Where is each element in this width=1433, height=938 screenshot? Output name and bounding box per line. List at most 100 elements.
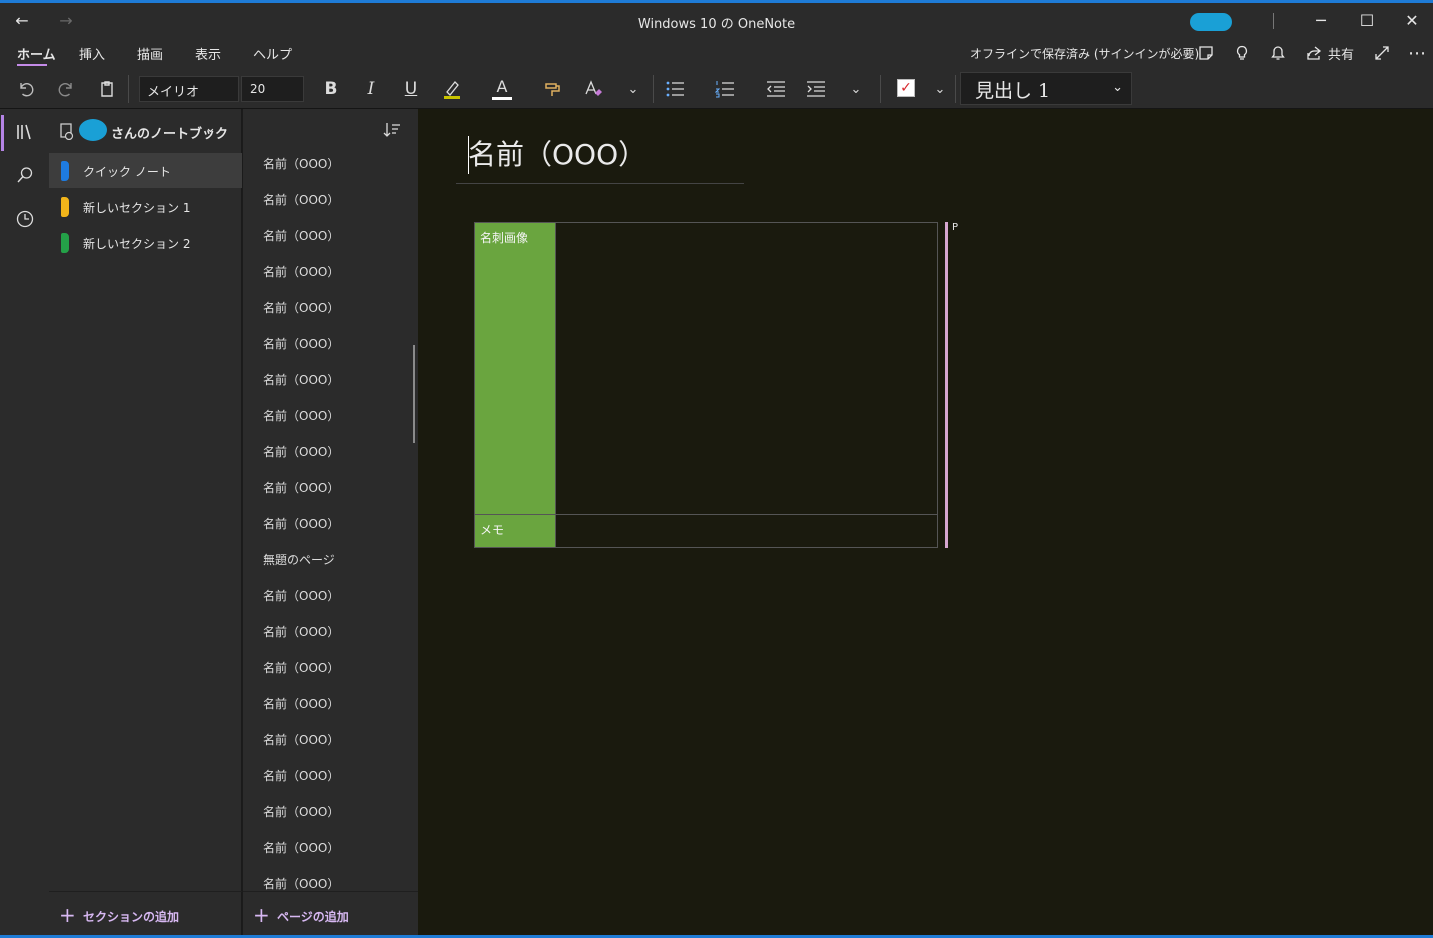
more-options-icon[interactable]: ⋯ xyxy=(1406,42,1428,64)
decrease-indent-icon[interactable] xyxy=(763,76,789,102)
font-name-field[interactable]: メイリオ xyxy=(139,76,239,102)
paragraph-style-dropdown[interactable]: 見出し 1 ⌄ xyxy=(960,72,1132,105)
close-button[interactable]: ✕ xyxy=(1390,3,1433,37)
page-label: 名前（OOO） xyxy=(263,877,340,891)
paragraph-style-value: 見出し 1 xyxy=(975,80,1051,102)
section-label: 新しいセクション 1 xyxy=(83,201,191,215)
font-color-button[interactable]: A xyxy=(489,76,515,102)
fullscreen-icon[interactable] xyxy=(1371,42,1393,64)
list-item[interactable]: 名前（OOO） xyxy=(243,801,413,837)
memo-value-cell[interactable] xyxy=(555,514,938,548)
section-color-tab xyxy=(61,233,69,253)
list-item[interactable]: 名前（OOO） xyxy=(243,873,413,891)
tab-draw[interactable]: 描画 xyxy=(137,44,163,63)
sticky-notes-icon[interactable] xyxy=(1195,42,1217,64)
list-item[interactable]: 名前（OOO） xyxy=(243,621,413,657)
clear-formatting-icon[interactable] xyxy=(580,76,606,102)
list-item[interactable]: 名前（OOO） xyxy=(243,477,413,513)
tab-home[interactable]: ホーム xyxy=(17,44,56,63)
redacted-owner-name xyxy=(79,119,107,141)
section-item-new-section-1[interactable]: 新しいセクション 1 xyxy=(49,189,242,224)
page-label: 名前（OOO） xyxy=(263,517,340,531)
list-item[interactable]: 名前（OOO） xyxy=(243,765,413,801)
underline-button[interactable]: U xyxy=(398,76,424,102)
todo-tag-checkbox-icon[interactable]: ✓ xyxy=(897,79,915,97)
clipboard-icon[interactable] xyxy=(94,76,120,102)
add-page-button[interactable]: + ページの追加 xyxy=(243,891,418,938)
paragraph-marker: P xyxy=(952,222,959,233)
page-label: 名前（OOO） xyxy=(263,337,340,351)
list-item[interactable]: 名前（OOO） xyxy=(243,837,413,873)
paragraph-chevron-icon[interactable]: ⌄ xyxy=(843,76,869,102)
tab-insert[interactable]: 挿入 xyxy=(79,44,105,63)
note-canvas[interactable]: 名前（OOO） 名刺画像 メモ P xyxy=(418,109,1433,935)
list-item[interactable]: 名前（OOO） xyxy=(243,441,413,477)
font-size-field[interactable]: 20 xyxy=(241,76,304,102)
format-painter-icon[interactable] xyxy=(540,76,566,102)
page-list-scrollbar[interactable] xyxy=(413,345,415,443)
list-item[interactable]: 名前（OOO） xyxy=(243,693,413,729)
numbered-list-icon[interactable] xyxy=(712,76,738,102)
list-item[interactable]: 名前（OOO） xyxy=(243,585,413,621)
list-item[interactable]: 名前（OOO） xyxy=(243,261,413,297)
sync-status[interactable]: オフラインで保存済み (サインインが必要) xyxy=(970,45,1199,62)
account-avatar[interactable] xyxy=(1190,13,1232,31)
tab-help[interactable]: ヘルプ xyxy=(253,44,292,63)
page-label: 名前（OOO） xyxy=(263,625,340,639)
search-icon[interactable] xyxy=(12,162,38,188)
bold-button[interactable]: B xyxy=(318,76,344,102)
page-title[interactable]: 名前（OOO） xyxy=(468,133,646,173)
section-item-quick-notes[interactable]: クイック ノート xyxy=(49,153,242,188)
pages-pane: 名前（OOO） 名前（OOO） 名前（OOO） 名前（OOO） 名前（OOO） … xyxy=(243,109,418,938)
list-item[interactable]: 名前（OOO） xyxy=(243,729,413,765)
note-container-handle[interactable] xyxy=(945,222,948,548)
page-label: 名前（OOO） xyxy=(263,841,340,855)
add-section-button[interactable]: + セクションの追加 xyxy=(49,891,242,938)
notebooks-icon[interactable] xyxy=(12,119,38,145)
list-item[interactable]: 無題のページ xyxy=(243,549,413,585)
increase-indent-icon[interactable] xyxy=(803,76,829,102)
lightbulb-icon[interactable] xyxy=(1231,42,1253,64)
navigation-rail xyxy=(0,109,49,938)
titlebar-separator xyxy=(1273,13,1274,29)
list-item[interactable]: 名前（OOO） xyxy=(243,657,413,693)
page-label: 名前（OOO） xyxy=(263,589,340,603)
share-button[interactable]: 共有 xyxy=(1328,44,1354,63)
memo-label-cell[interactable]: メモ xyxy=(474,514,556,548)
maximize-button[interactable]: ☐ xyxy=(1345,3,1389,37)
list-item[interactable]: 名前（OOO） xyxy=(243,369,413,405)
page-label: 名前（OOO） xyxy=(263,733,340,747)
rail-active-indicator xyxy=(1,115,4,151)
page-label: 名前（OOO） xyxy=(263,481,340,495)
minimize-button[interactable]: ─ xyxy=(1299,3,1343,37)
tab-view[interactable]: 表示 xyxy=(195,44,221,63)
card-image-value-cell[interactable] xyxy=(555,222,938,515)
home-toolbar: メイリオ 20 B I U A ⌄ ⌄ ✓ ⌄ 見出し 1 ⌄ xyxy=(0,69,1433,109)
section-item-new-section-2[interactable]: 新しいセクション 2 xyxy=(49,225,242,260)
bell-icon[interactable] xyxy=(1267,42,1289,64)
list-item[interactable]: 名前（OOO） xyxy=(243,405,413,441)
recent-clock-icon[interactable] xyxy=(12,206,38,232)
card-image-label-cell[interactable]: 名刺画像 xyxy=(474,222,556,515)
page-label: 名前（OOO） xyxy=(263,265,340,279)
italic-button[interactable]: I xyxy=(358,76,384,102)
ribbon-tabs: ホーム 挿入 描画 表示 ヘルプ オフラインで保存済み (サインインが必要) 共… xyxy=(0,37,1433,69)
list-item[interactable]: 名前（OOO） xyxy=(243,333,413,369)
add-section-label: セクションの追加 xyxy=(83,910,180,924)
sort-pages-icon[interactable] xyxy=(383,121,405,143)
list-item[interactable]: 名前（OOO） xyxy=(243,153,413,189)
redo-icon[interactable] xyxy=(53,76,79,102)
undo-icon[interactable] xyxy=(13,76,39,102)
page-label: 名前（OOO） xyxy=(263,661,340,675)
list-item[interactable]: 名前（OOO） xyxy=(243,297,413,333)
list-item[interactable]: 名前（OOO） xyxy=(243,513,413,549)
highlighter-icon[interactable] xyxy=(439,76,465,102)
list-item[interactable]: 名前（OOO） xyxy=(243,225,413,261)
bullet-list-icon[interactable] xyxy=(662,76,688,102)
tags-chevron-icon[interactable]: ⌄ xyxy=(927,76,953,102)
table-row: メモ xyxy=(474,514,938,548)
list-item[interactable]: 名前（OOO） xyxy=(243,189,413,225)
text-format-chevron-icon[interactable]: ⌄ xyxy=(620,76,646,102)
share-icon[interactable] xyxy=(1303,42,1325,64)
table-row: 名刺画像 xyxy=(474,222,938,515)
